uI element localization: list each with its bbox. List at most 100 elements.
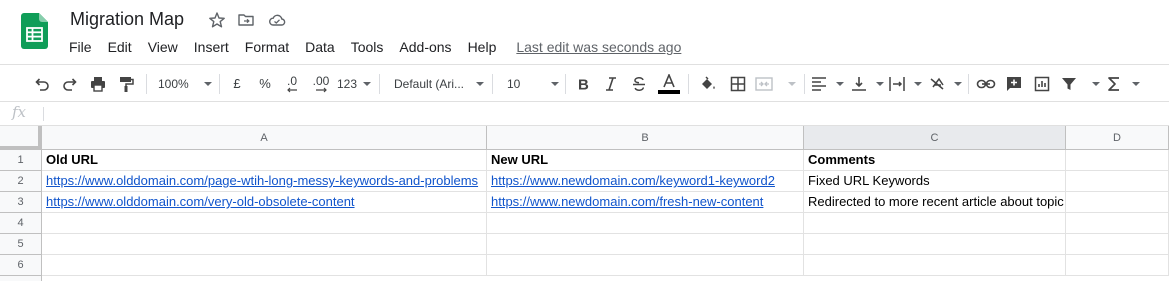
select-all-corner[interactable] [0,126,42,150]
bold-button[interactable]: B [572,65,594,102]
cell-c3[interactable]: Redirected to more recent article about … [804,192,1066,213]
paint-format-button[interactable] [114,65,138,102]
formula-bar: fx [0,102,1169,126]
increase-decimal-button[interactable]: .00 [308,65,334,102]
more-formats-button[interactable]: 123 [337,65,371,102]
cell-b5[interactable] [487,234,804,255]
paint-bucket-icon [702,75,715,89]
column-header-b[interactable]: B [487,126,804,150]
cell-b3[interactable]: https://www.newdomain.com/fresh-new-cont… [487,192,804,213]
row-header-1[interactable]: 1 [0,150,42,171]
menu-edit[interactable]: Edit [100,37,140,57]
row-header-6[interactable]: 6 [0,255,42,276]
functions-button[interactable] [1106,65,1140,102]
sheets-logo-icon[interactable] [21,13,48,49]
cloud-status-icon[interactable] [268,11,286,29]
cell-a6[interactable] [42,255,487,276]
insert-comment-button[interactable] [1002,65,1026,102]
text-wrap-icon [889,76,905,91]
cell-c2[interactable]: Fixed URL Keywords [804,171,1066,192]
chevron-down-icon [551,81,559,86]
column-header-a[interactable]: A [42,126,487,150]
redo-button[interactable] [58,65,82,102]
font-family-select[interactable]: Default (Ari... [390,65,484,102]
chevron-down-icon [954,81,962,86]
menu-bar: File Edit View Insert Format Data Tools … [61,37,681,57]
text-color-swatch [658,89,680,94]
row-header-3[interactable]: 3 [0,192,42,213]
chevron-down-icon [836,81,844,86]
chart-icon [1034,76,1050,91]
move-folder-icon[interactable] [237,11,255,29]
cell-b2[interactable]: https://www.newdomain.com/keyword1-keywo… [487,171,804,192]
menu-view[interactable]: View [140,37,186,57]
strikethrough-icon [633,76,645,91]
strikethrough-button[interactable] [628,65,650,102]
cell-b6[interactable] [487,255,804,276]
borders-icon [730,76,746,91]
text-color-button[interactable] [656,65,682,102]
row-header-5[interactable]: 5 [0,234,42,255]
decrease-decimal-button[interactable]: .0 [280,65,304,102]
menu-help[interactable]: Help [460,37,505,57]
cell-a2[interactable]: https://www.olddomain.com/page-wtih-long… [42,171,487,192]
cell-d4[interactable] [1066,213,1169,234]
formula-input[interactable] [50,102,1160,125]
chevron-down-icon [876,81,884,86]
cell-a5[interactable] [42,234,487,255]
document-title[interactable]: Migration Map [70,9,184,30]
cell-d2[interactable] [1066,171,1169,192]
text-rotation-button[interactable] [928,65,962,102]
horizontal-align-button[interactable] [810,65,844,102]
vertical-align-button[interactable] [850,65,884,102]
cell-c5[interactable] [804,234,1066,255]
cell-c4[interactable] [804,213,1066,234]
menu-file[interactable]: File [61,37,100,57]
cell-b4[interactable] [487,213,804,234]
text-wrapping-button[interactable] [888,65,922,102]
insert-link-button[interactable] [974,65,998,102]
cell-c6[interactable] [804,255,1066,276]
cell-a4[interactable] [42,213,487,234]
cell-c1[interactable]: Comments [804,150,1066,171]
arrow-left-icon [287,87,297,92]
insert-chart-button[interactable] [1030,65,1054,102]
chevron-down-icon [204,81,212,86]
cell-d3[interactable] [1066,192,1169,213]
zoom-select[interactable]: 100% [154,65,212,102]
sigma-icon [1108,76,1119,91]
row-header-7-partial [0,276,42,281]
cell-a1[interactable]: Old URL [42,150,487,171]
undo-button[interactable] [30,65,54,102]
text-rotation-icon [930,77,944,90]
menu-insert[interactable]: Insert [186,37,237,57]
fill-color-button[interactable] [696,65,720,102]
arrow-right-icon [316,87,327,92]
menu-add-ons[interactable]: Add-ons [391,37,459,57]
merge-cells-button[interactable] [754,65,796,102]
print-button[interactable] [86,65,110,102]
cell-b1[interactable]: New URL [487,150,804,171]
toolbar: 100% £ % .0 .00 123 Default (Ari... 10 B [0,64,1169,102]
currency-format-button[interactable]: £ [226,65,248,102]
row-header-4[interactable]: 4 [0,213,42,234]
cell-a3[interactable]: https://www.olddomain.com/very-old-obsol… [42,192,487,213]
font-size-select[interactable]: 10 [503,65,559,102]
menu-format[interactable]: Format [237,37,297,57]
percent-format-button[interactable]: % [254,65,276,102]
italic-button[interactable] [600,65,622,102]
filter-button[interactable] [1060,65,1100,102]
last-edit-link[interactable]: Last edit was seconds ago [516,37,681,57]
cell-d5[interactable] [1066,234,1169,255]
borders-button[interactable] [726,65,750,102]
cell-d6[interactable] [1066,255,1169,276]
chevron-down-icon [788,81,796,86]
star-icon[interactable] [208,11,226,29]
column-header-d[interactable]: D [1066,126,1169,150]
menu-tools[interactable]: Tools [343,37,392,57]
menu-data[interactable]: Data [297,37,343,57]
redo-icon [63,77,77,91]
cell-d1[interactable] [1066,150,1169,171]
row-header-2[interactable]: 2 [0,171,42,192]
column-header-c[interactable]: C [804,126,1066,150]
